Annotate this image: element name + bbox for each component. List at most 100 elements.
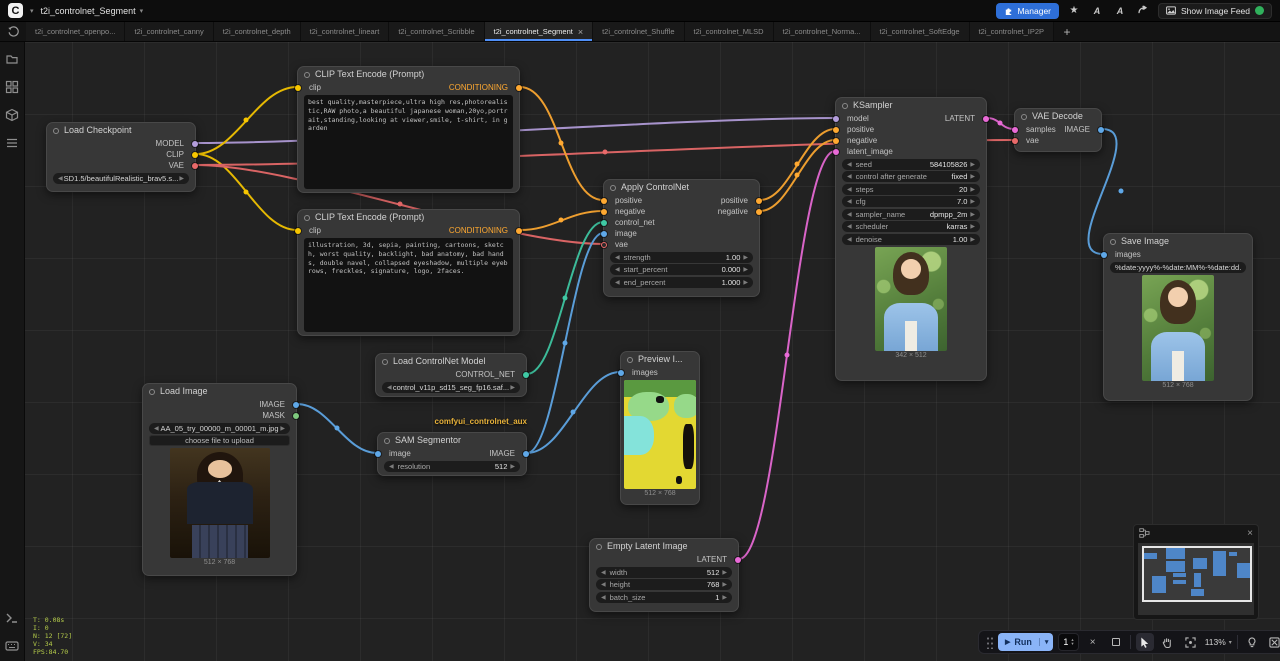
node-preview-image[interactable]: Preview I... images 512 × 768 <box>620 351 700 505</box>
image-name-combo[interactable]: ◀AA_05_try_00000_m_00001_m.jpg▶ <box>149 423 290 434</box>
decrement-icon[interactable]: ◀ <box>615 266 620 273</box>
increment-icon[interactable]: ▶ <box>970 161 975 168</box>
increment-icon[interactable]: ▶ <box>722 594 727 601</box>
comfyui-logo-icon[interactable]: C <box>8 3 23 18</box>
choose-file-button[interactable]: choose file to upload <box>149 435 290 446</box>
denoise-widget[interactable]: ◀denoise1.00▶ <box>842 234 980 245</box>
show-image-feed-button[interactable]: Show Image Feed <box>1158 3 1272 19</box>
run-button[interactable]: ▶Run ▾ <box>998 633 1053 651</box>
output-slot-mask[interactable] <box>293 413 299 419</box>
input-slot-latent-image[interactable] <box>833 149 839 155</box>
collapse-dot[interactable] <box>384 438 390 444</box>
output-slot-image[interactable] <box>523 451 529 457</box>
node-clip-text-encode-negative[interactable]: CLIP Text Encode (Prompt) clip CONDITION… <box>297 209 520 336</box>
prev-arrow-icon[interactable]: ◀ <box>847 223 852 230</box>
input-slot-control-net[interactable] <box>601 220 607 226</box>
output-slot-vae[interactable] <box>192 163 198 169</box>
close-tab-icon[interactable]: × <box>578 27 583 37</box>
workflow-name-menu[interactable]: t2i_controlnet_Segment ▾ <box>41 6 144 16</box>
controlnet-name-combo[interactable]: ◀control_v11p_sd15_seg_fp16.saf...▶ <box>382 382 520 393</box>
collapse-dot[interactable] <box>382 359 388 365</box>
increment-icon[interactable]: ▶ <box>722 581 727 588</box>
input-slot-positive[interactable] <box>833 127 839 133</box>
increment-icon[interactable]: ▶ <box>743 266 748 273</box>
model-library-icon[interactable] <box>5 108 19 122</box>
node-clip-text-encode-positive[interactable]: CLIP Text Encode (Prompt) clip CONDITION… <box>297 66 520 193</box>
terminal-icon[interactable] <box>5 611 19 625</box>
input-slot-clip[interactable] <box>295 228 301 234</box>
end-percent-widget[interactable]: ◀end_percent1.000▶ <box>610 277 753 288</box>
tab-controlnet-lineart[interactable]: t2i_controlnet_lineart <box>301 22 390 41</box>
input-slot-negative[interactable] <box>601 209 607 215</box>
toolbar-drag-handle[interactable] <box>986 636 993 649</box>
pan-tool-button[interactable] <box>1159 633 1177 651</box>
input-slot-negative[interactable] <box>833 138 839 144</box>
tab-controlnet-normal[interactable]: t2i_controlnet_Norma... <box>774 22 871 41</box>
batch-count-stepper[interactable]: 1 ▴▾ <box>1058 633 1078 651</box>
decrement-icon[interactable]: ◀ <box>615 279 620 286</box>
tab-controlnet-softedge[interactable]: t2i_controlnet_SoftEdge <box>871 22 970 41</box>
output-slot-latent[interactable] <box>735 557 741 563</box>
output-slot-negative[interactable] <box>756 209 762 215</box>
new-tab-button[interactable]: + <box>1054 22 1080 41</box>
increment-icon[interactable]: ▶ <box>970 236 975 243</box>
output-slot-image[interactable] <box>293 402 299 408</box>
run-options-caret-icon[interactable]: ▾ <box>1039 638 1054 646</box>
input-slot-image[interactable] <box>375 451 381 457</box>
collapse-dot[interactable] <box>596 544 602 550</box>
steps-widget[interactable]: ◀steps20▶ <box>842 184 980 195</box>
filename-prefix-widget[interactable]: %date:yyyy%-%date:MM%-%date:dd... <box>1110 262 1246 273</box>
decrement-icon[interactable]: ◀ <box>615 254 620 261</box>
fit-view-button[interactable] <box>1182 633 1200 651</box>
decrement-icon[interactable]: ◀ <box>601 594 606 601</box>
output-slot-image[interactable] <box>1098 127 1104 133</box>
collapse-dot[interactable] <box>627 357 633 363</box>
node-empty-latent-image[interactable]: Empty Latent Image LATENT ◀width512▶ ◀he… <box>589 538 739 612</box>
input-slot-images[interactable] <box>1101 252 1107 258</box>
height-widget[interactable]: ◀height768▶ <box>596 579 732 590</box>
increment-icon[interactable]: ▶ <box>970 186 975 193</box>
menu-caret-icon[interactable]: ▾ <box>30 7 34 15</box>
clear-queue-button[interactable] <box>1107 633 1125 651</box>
tab-controlnet-canny[interactable]: t2i_controlnet_canny <box>125 22 213 41</box>
next-arrow-icon[interactable]: ▶ <box>970 223 975 230</box>
input-slot-vae[interactable] <box>1012 138 1018 144</box>
spin-down-icon[interactable]: ▾ <box>1071 642 1073 646</box>
node-load-checkpoint[interactable]: Load Checkpoint MODEL CLIP VAE ◀SD1.5/be… <box>46 122 196 192</box>
decrement-icon[interactable]: ◀ <box>601 569 606 576</box>
node-ksampler[interactable]: KSampler model LATENT positive negative … <box>835 97 987 381</box>
node-apply-controlnet[interactable]: Apply ControlNet positive positive negat… <box>603 179 760 297</box>
start-percent-widget[interactable]: ◀start_percent0.000▶ <box>610 264 753 275</box>
collapse-dot[interactable] <box>842 103 848 109</box>
workflow-history-icon[interactable] <box>0 22 26 41</box>
node-load-image[interactable]: Load Image IMAGE MASK ◀AA_05_try_00000_m… <box>142 383 297 576</box>
output-slot-conditioning[interactable] <box>516 228 522 234</box>
decrement-icon[interactable]: ◀ <box>847 161 852 168</box>
node-vae-decode[interactable]: VAE Decode samples IMAGE vae <box>1014 108 1102 152</box>
workflows-icon[interactable] <box>5 52 19 66</box>
increment-icon[interactable]: ▶ <box>510 463 515 470</box>
minimap-viewport[interactable] <box>1142 546 1252 602</box>
queue-icon[interactable] <box>5 136 19 150</box>
output-slot-model[interactable] <box>192 141 198 147</box>
manager-badge-icon-1[interactable]: A <box>1089 6 1105 16</box>
tab-controlnet-depth[interactable]: t2i_controlnet_depth <box>214 22 301 41</box>
increment-icon[interactable]: ▶ <box>743 254 748 261</box>
star-icon[interactable]: ★ <box>1066 5 1082 16</box>
minimap-toggle-button[interactable] <box>1266 633 1280 651</box>
input-slot-clip[interactable] <box>295 85 301 91</box>
zoom-level-dropdown[interactable]: 113% ▾ <box>1205 637 1232 647</box>
tab-controlnet-mlsd[interactable]: t2i_controlnet_MLSD <box>685 22 774 41</box>
toggle-link-visibility-button[interactable] <box>1243 633 1261 651</box>
tab-controlnet-ip2p[interactable]: t2i_controlnet_IP2P <box>970 22 1054 41</box>
input-slot-image[interactable] <box>601 231 607 237</box>
collapse-dot[interactable] <box>149 389 155 395</box>
decrement-icon[interactable]: ◀ <box>601 581 606 588</box>
node-load-controlnet-model[interactable]: Load ControlNet Model CONTROL_NET ◀contr… <box>375 353 527 397</box>
node-library-icon[interactable] <box>5 80 19 94</box>
collapse-dot[interactable] <box>1021 114 1027 120</box>
ckpt-name-combo[interactable]: ◀SD1.5/beautifulRealistic_brav5.s...▶ <box>53 173 189 184</box>
minimap-panel[interactable]: × <box>1133 524 1259 620</box>
control-after-generate-widget[interactable]: ◀control after generatefixed▶ <box>842 171 980 182</box>
output-slot-positive[interactable] <box>756 198 762 204</box>
